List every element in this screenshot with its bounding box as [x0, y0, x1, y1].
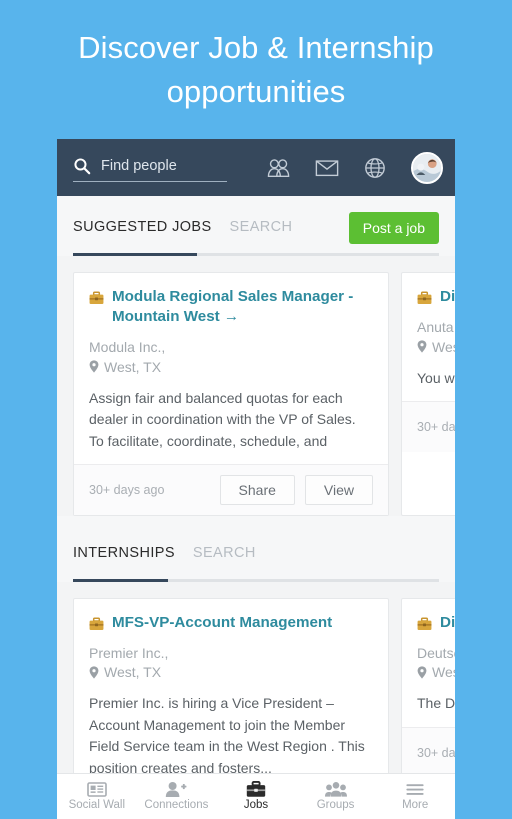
bottom-navigation-bar: Social Wall Connections Jobs Groups More — [57, 773, 455, 819]
tab-suggested-jobs[interactable]: SUGGESTED JOBS — [73, 219, 212, 237]
jobs-tabbar: SUGGESTED JOBS SEARCH Post a job — [57, 196, 455, 256]
location-pin-icon — [89, 360, 99, 373]
job-card-title[interactable]: Dir — [440, 287, 455, 307]
internship-card-location-label: West, TX — [104, 664, 162, 681]
internship-card-footer: 30+ da Share View — [402, 726, 455, 778]
internship-card-description: The Di Strateg RCM's, curren — [417, 695, 455, 712]
job-card[interactable]: Dir Anuta Wes You wi and be what t profe… — [401, 272, 455, 516]
avatar[interactable] — [411, 151, 443, 184]
job-card-location-label: Wes — [432, 338, 455, 355]
globe-icon[interactable] — [363, 157, 387, 179]
job-card-body: Modula Regional Sales Manager - Mountain… — [74, 273, 388, 464]
hero-heading: Discover Job & Internship opportunities — [0, 0, 512, 130]
location-pin-icon — [89, 666, 99, 679]
jobs-tab-underline — [73, 253, 439, 256]
job-card-location: Wes — [417, 339, 455, 355]
job-card-age: 30+ da — [417, 419, 455, 434]
share-button[interactable]: Share — [219, 474, 295, 505]
job-card-description: You wi and be what t profes — [417, 369, 455, 386]
hero-title-line-1: Discover Job & Internship — [78, 30, 434, 65]
job-card-company: Anuta — [417, 319, 454, 336]
top-nav-icon-group — [267, 151, 443, 184]
jobs-card-rail[interactable]: Modula Regional Sales Manager - Mountain… — [57, 256, 455, 516]
newspaper-icon — [86, 782, 107, 798]
internship-card-title[interactable]: MFS-VP-Account Management — [112, 613, 332, 633]
job-card[interactable]: Modula Regional Sales Manager - Mountain… — [73, 272, 389, 516]
bottom-nav-label: More — [402, 799, 429, 812]
envelope-icon[interactable] — [315, 157, 339, 179]
job-card-body: Dir Anuta Wes You wi and be what t profe… — [402, 273, 455, 401]
internship-card-location: West, TX — [89, 664, 373, 680]
bottom-nav-label: Groups — [316, 799, 355, 812]
search-input[interactable] — [101, 158, 227, 174]
job-card-footer: 30+ days ago Share View — [74, 463, 388, 515]
briefcase-icon — [89, 617, 104, 630]
bottom-nav-label: Connections — [144, 799, 209, 812]
app-preview-frame: SUGGESTED JOBS SEARCH Post a job Modula … — [57, 139, 455, 819]
internship-card-company: Deutsc — [417, 645, 455, 662]
job-card-title[interactable]: Modula Regional Sales Manager - Mountain… — [112, 287, 373, 327]
hero-title-line-2: opportunities — [166, 74, 346, 110]
job-card-age: 30+ days ago — [89, 482, 165, 497]
job-card-actions: Share View — [219, 474, 373, 505]
internship-card-company: Premier Inc., — [89, 645, 169, 662]
internship-card-title[interactable]: Dir — [440, 613, 455, 633]
internship-card-age: 30+ da — [417, 745, 455, 760]
search-icon — [74, 158, 91, 175]
people-icon[interactable] — [267, 157, 291, 179]
app-top-navbar — [57, 139, 455, 196]
job-card-footer: 30+ da Share View — [402, 400, 455, 452]
tab-jobs-search[interactable]: SEARCH — [230, 219, 293, 237]
person-add-icon — [166, 782, 187, 798]
briefcase-icon — [417, 291, 432, 304]
briefcase-icon — [417, 617, 432, 630]
internships-tab-underline — [73, 578, 439, 582]
internships-tabbar: INTERNSHIPS SEARCH — [57, 515, 455, 582]
job-card-description: Assign fair and balanced quotas for each… — [89, 389, 356, 449]
job-card-company: Modula Inc., — [89, 339, 166, 356]
job-card-location-label: West, TX — [104, 358, 162, 375]
internship-card-description: Premier Inc. is hiring a Vice President … — [89, 695, 365, 776]
tab-internships[interactable]: INTERNSHIPS — [73, 545, 175, 563]
location-pin-icon — [417, 666, 427, 679]
internship-card-body: MFS-VP-Account Management Premier Inc., … — [74, 599, 388, 791]
briefcase-icon — [89, 291, 104, 304]
bottom-nav-groups[interactable]: Groups — [296, 781, 376, 812]
search-field-wrapper[interactable] — [73, 157, 227, 182]
briefcase-icon — [246, 781, 266, 797]
job-card-location: West, TX — [89, 359, 373, 375]
hamburger-icon — [406, 784, 424, 796]
location-pin-icon — [417, 340, 427, 353]
post-a-job-button[interactable]: Post a job — [348, 212, 439, 244]
bottom-nav-social-wall[interactable]: Social Wall — [57, 781, 137, 812]
bottom-nav-connections[interactable]: Connections — [137, 781, 217, 812]
people-group-icon — [324, 782, 347, 797]
tab-internships-search[interactable]: SEARCH — [193, 545, 256, 563]
internship-card-location-label: Wes — [432, 664, 455, 681]
bottom-nav-label: Social Wall — [68, 799, 126, 812]
internship-card-body: Dir Deutsc Wes The Di Strateg RCM's, cur… — [402, 599, 455, 727]
bottom-nav-label: Jobs — [243, 799, 269, 812]
view-button[interactable]: View — [304, 474, 373, 505]
bottom-nav-more[interactable]: More — [375, 781, 455, 812]
bottom-nav-jobs[interactable]: Jobs — [216, 781, 296, 812]
internship-card-location: Wes — [417, 664, 455, 680]
